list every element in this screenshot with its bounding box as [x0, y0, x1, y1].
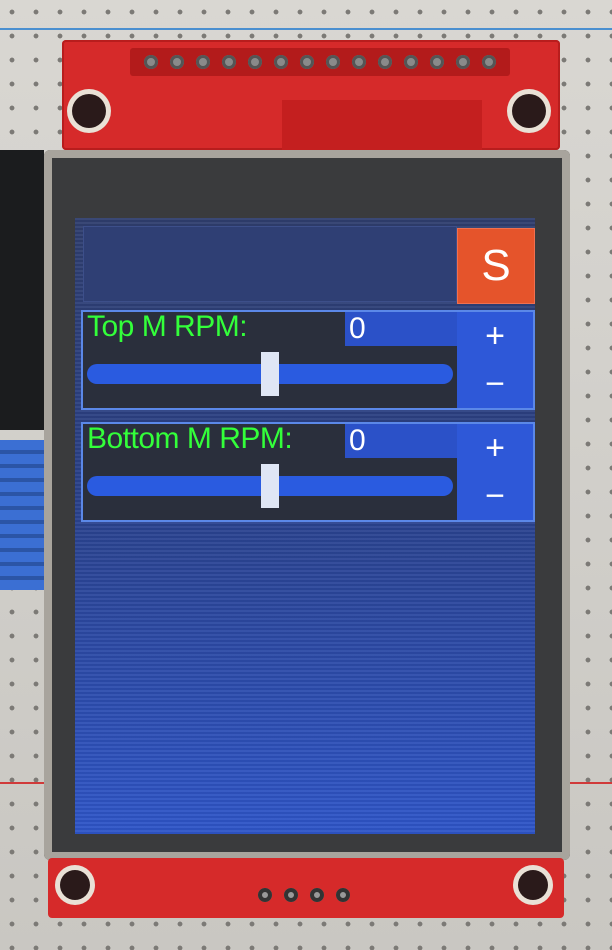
bottom-motor-slider-thumb[interactable] [261, 464, 279, 508]
pcb-top [62, 40, 560, 150]
top-motor-decrement-button[interactable]: − [457, 360, 533, 408]
top-motor-slider[interactable] [87, 352, 453, 396]
wires [0, 440, 44, 590]
pin-header [130, 48, 510, 76]
pin [326, 55, 340, 69]
pin [378, 55, 392, 69]
pin [170, 55, 184, 69]
pin [274, 55, 288, 69]
bottom-motor-increment-button[interactable]: + [457, 424, 533, 472]
pin [404, 55, 418, 69]
pin [196, 55, 210, 69]
top-motor-value[interactable]: 0 [345, 312, 457, 346]
bottom-motor-label: Bottom M RPM: [87, 422, 293, 455]
bottom-motor-decrement-button[interactable]: − [457, 472, 533, 520]
bottom-pin-header [258, 888, 350, 902]
pin [430, 55, 444, 69]
side-module [0, 150, 44, 430]
bottom-motor-panel: Bottom M RPM: 0 + − [81, 422, 535, 522]
pin [248, 55, 262, 69]
pin [258, 888, 272, 902]
s-button[interactable]: S [457, 228, 535, 304]
top-motor-stepper: + − [457, 312, 533, 408]
top-bar [83, 226, 457, 302]
top-motor-label: Top M RPM: [87, 310, 248, 343]
pin [456, 55, 470, 69]
mount-hole [512, 94, 546, 128]
mount-hole [72, 94, 106, 128]
pin [336, 888, 350, 902]
tft-screen: S Top M RPM: 0 + − Bottom M RPM: 0 + − [75, 218, 535, 834]
pin [284, 888, 298, 902]
bottom-motor-slider[interactable] [87, 464, 453, 508]
bottom-motor-stepper: + − [457, 424, 533, 520]
rail-line [0, 28, 612, 30]
pin [144, 55, 158, 69]
top-motor-slider-thumb[interactable] [261, 352, 279, 396]
mount-hole [518, 870, 548, 900]
pin [482, 55, 496, 69]
pin [352, 55, 366, 69]
pcb-trace [282, 100, 482, 150]
pin [300, 55, 314, 69]
top-motor-panel: Top M RPM: 0 + − [81, 310, 535, 410]
bottom-motor-value[interactable]: 0 [345, 424, 457, 458]
mount-hole [60, 870, 90, 900]
top-motor-increment-button[interactable]: + [457, 312, 533, 360]
pcb-bottom [48, 858, 564, 918]
pin [222, 55, 236, 69]
pin [310, 888, 324, 902]
